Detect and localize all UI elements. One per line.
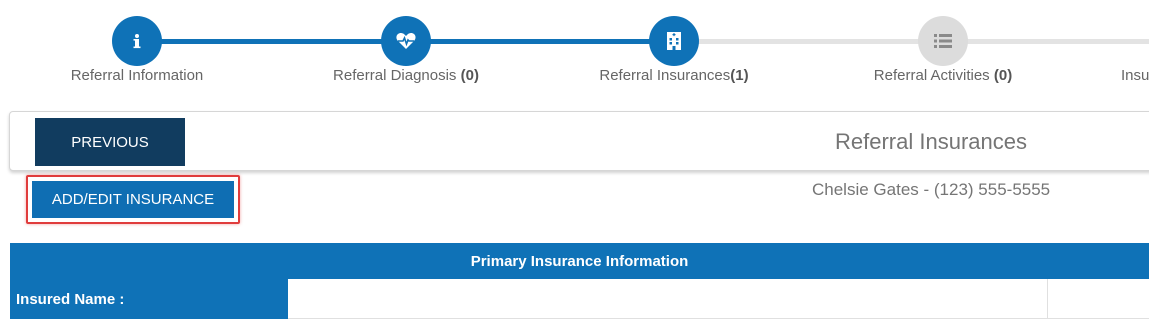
- page-title: Referral Insurances: [835, 129, 1027, 154]
- patient-summary: Chelsie Gates - (123) 555-5555: [812, 180, 1051, 199]
- insured-name-value: [288, 279, 1048, 319]
- step-referral-insurances[interactable]: [649, 16, 699, 66]
- primary-insurance-header: Primary Insurance Information: [10, 243, 1149, 279]
- toolbar-panel: PREVIOUS Referral Insurances: [9, 111, 1149, 171]
- step-label-referral-insurances[interactable]: Referral Insurances(1): [599, 67, 748, 84]
- referral-wizard: Referral Information Referral Diagnosis …: [0, 0, 1149, 105]
- table-cell: [1048, 279, 1149, 319]
- insured-name-label: Insured Name :: [10, 279, 288, 319]
- step-referral-activities[interactable]: [918, 16, 968, 66]
- add-edit-insurance-highlight: ADD/EDIT INSURANCE: [26, 175, 240, 224]
- previous-button[interactable]: PREVIOUS: [35, 118, 185, 166]
- step-label-referral-information[interactable]: Referral Information: [71, 67, 204, 84]
- step-referral-information[interactable]: [112, 16, 162, 66]
- step-label-referral-diagnosis[interactable]: Referral Diagnosis (0): [333, 67, 479, 84]
- step-label-insurance-truncated[interactable]: Insu: [1121, 67, 1149, 84]
- heartbeat-icon: [395, 31, 417, 51]
- list-icon: [933, 33, 953, 49]
- add-edit-insurance-button[interactable]: ADD/EDIT INSURANCE: [32, 181, 234, 218]
- info-icon: [127, 31, 147, 51]
- step-referral-diagnosis[interactable]: [381, 16, 431, 66]
- step-label-referral-activities[interactable]: Referral Activities (0): [874, 67, 1012, 84]
- table-row: Insured Name :: [10, 279, 1149, 319]
- wizard-remaining-line: [674, 39, 1149, 44]
- hospital-icon: [665, 31, 683, 51]
